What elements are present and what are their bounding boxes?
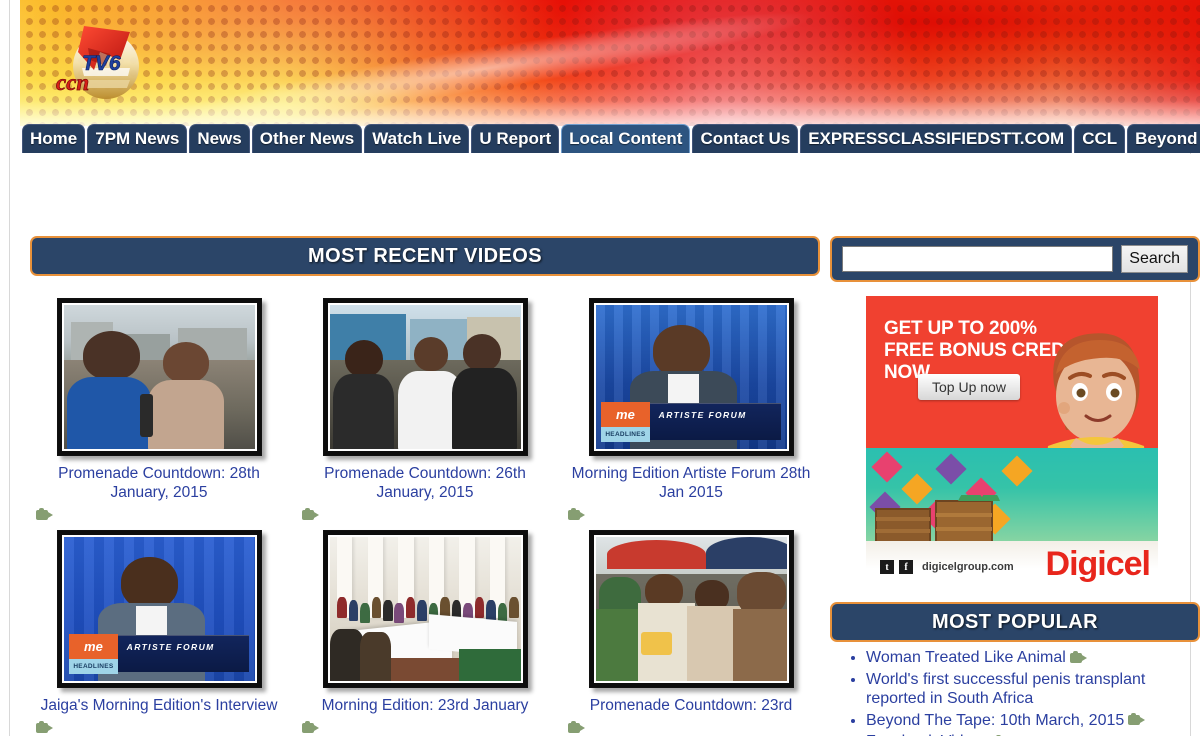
digicel-logo: Digicel — [1045, 545, 1151, 583]
nav-item-watch-live[interactable]: Watch Live — [364, 124, 470, 153]
video-thumbnail-image — [63, 305, 255, 449]
video-item: me HEADLINES ARTISTE FORUM Jaiga's Morning … — [30, 530, 288, 736]
video-icon-row — [30, 506, 288, 524]
main-navigation: Home 7PM News News Other News Watch Live U Re… — [22, 124, 1200, 154]
video-item: Promenade Countdown: 23rd — [562, 530, 820, 736]
ad-middle-band — [866, 447, 1158, 548]
video-thumbnail[interactable]: me HEADLINES ARTISTE FORUM — [588, 298, 794, 456]
video-item: me HEADLINES ARTISTE FORUM Morning Edition … — [562, 298, 820, 524]
video-title-link[interactable]: Promenade Countdown: 26th January, 2015 — [305, 464, 545, 502]
popular-item-link[interactable]: World's first successful penis transplan… — [866, 671, 1145, 708]
me-headlines-logo-top: me — [601, 402, 650, 427]
banner-bottom-sheen — [20, 80, 1200, 126]
video-title-link[interactable]: Promenade Countdown: 23rd — [571, 696, 811, 715]
video-icon-row — [30, 719, 288, 736]
search-button[interactable]: Search — [1121, 245, 1188, 273]
nav-item-expressclassifiedstt-com[interactable]: EXPRESSCLASSIFIEDSTT.COM — [800, 124, 1073, 153]
video-thumbnail-frame: me HEADLINES ARTISTE FORUM — [61, 535, 257, 683]
video-camera-icon — [568, 720, 586, 734]
most-popular-heading: MOST POPULAR — [830, 602, 1200, 642]
video-icon-row — [562, 506, 820, 524]
ccn-tv6-logo[interactable]: ccn TV6 — [42, 8, 162, 108]
nav-item-news[interactable]: News — [189, 124, 250, 153]
video-thumbnail-image: me HEADLINES ARTISTE FORUM — [595, 305, 787, 449]
video-title-link[interactable]: Morning Edition: 23rd January — [305, 696, 545, 715]
search-panel: Search — [830, 236, 1200, 282]
popular-item-link[interactable]: Beyond The Tape: 10th March, 2015 — [866, 712, 1124, 729]
nav-item-ccl[interactable]: CCL — [1074, 124, 1126, 153]
video-camera-icon — [302, 720, 320, 734]
ad-top-up-button[interactable]: Top Up now — [918, 374, 1020, 400]
ad-crates-illustration — [875, 495, 1000, 547]
video-thumbnail[interactable] — [322, 298, 528, 456]
nav-item-7pm-news[interactable]: 7PM News — [87, 124, 188, 153]
nav-item-u-report[interactable]: U Report — [471, 124, 560, 153]
video-thumbnail[interactable]: me HEADLINES ARTISTE FORUM — [56, 530, 262, 688]
video-grid: Promenade Countdown: 28th January, 2015 P… — [30, 298, 820, 736]
video-thumbnail-image — [329, 537, 521, 681]
logo-tv6-mark: TV6 — [82, 52, 121, 75]
video-thumbnail-frame — [61, 303, 257, 451]
video-icon-row — [296, 506, 554, 524]
twitter-icon[interactable]: t — [880, 560, 894, 574]
video-camera-icon — [36, 720, 54, 734]
me-headlines-logo-bottom: HEADLINES — [69, 658, 118, 674]
video-thumbnail-image — [595, 537, 787, 681]
right-sidebar: Search GET UP TO 200% FREE BONUS CREDIT … — [830, 236, 1200, 736]
left-column: MOST RECENT VIDEOS Promenade Countdown: … — [30, 236, 820, 736]
video-thumbnail[interactable] — [56, 298, 262, 456]
video-camera-icon — [1069, 650, 1088, 664]
site-banner: ccn TV6 — [20, 0, 1200, 126]
nav-item-home[interactable]: Home — [22, 124, 86, 153]
video-thumbnail-frame — [327, 303, 523, 451]
video-thumbnail-frame — [593, 535, 789, 683]
nav-item-local-content[interactable]: Local Content — [561, 124, 691, 153]
facebook-icon[interactable]: f — [899, 560, 913, 574]
video-thumbnail-frame — [327, 535, 523, 683]
ad-bottom-band: t f digicelgroup.com Digicel — [866, 541, 1158, 588]
site-frame: ccn TV6 Home 7PM News News Other News Watch … — [9, 0, 1200, 736]
page-root: ccn TV6 Home 7PM News News Other News Watch … — [0, 0, 1200, 736]
popular-list-item[interactable]: Beyond The Tape: 10th March, 2015 — [866, 711, 1200, 731]
video-thumbnail-image — [329, 305, 521, 449]
nav-item-beyond-the-tape[interactable]: Beyond the Tape — [1127, 124, 1200, 153]
video-icon-row — [296, 719, 554, 736]
popular-list-item[interactable]: Woman Treated Like Animal — [866, 648, 1200, 668]
ad-social-links[interactable]: t f digicelgroup.com — [880, 560, 1014, 574]
main-content: MOST RECENT VIDEOS Promenade Countdown: … — [20, 236, 1200, 736]
popular-list-item[interactable]: Facebook Videos — [866, 732, 1200, 736]
me-headlines-logo-top: me — [69, 634, 118, 659]
lower-third-title: ARTISTE FORUM — [126, 642, 215, 653]
video-title-link[interactable]: Morning Edition Artiste Forum 28th Jan 2… — [571, 464, 811, 502]
video-item: Promenade Countdown: 26th January, 2015 — [296, 298, 554, 524]
video-thumbnail[interactable] — [322, 530, 528, 688]
most-recent-videos-heading: MOST RECENT VIDEOS — [30, 236, 820, 276]
video-thumbnail-frame: me HEADLINES ARTISTE FORUM — [593, 303, 789, 451]
nav-item-contact-us[interactable]: Contact Us — [692, 124, 799, 153]
video-camera-icon — [302, 507, 320, 521]
popular-list-item[interactable]: World's first successful penis transplan… — [866, 670, 1200, 709]
ad-diamond-shape — [1001, 455, 1033, 487]
video-icon-row — [562, 719, 820, 736]
video-item: Morning Edition: 23rd January — [296, 530, 554, 736]
video-thumbnail[interactable] — [588, 530, 794, 688]
ad-diamond-shape — [935, 453, 967, 485]
popular-item-link[interactable]: Woman Treated Like Animal — [866, 649, 1066, 666]
video-camera-icon — [568, 507, 586, 521]
video-thumbnail-image: me HEADLINES ARTISTE FORUM — [63, 537, 255, 681]
video-camera-icon — [1128, 713, 1146, 726]
ad-website-url[interactable]: digicelgroup.com — [922, 561, 1014, 573]
nav-item-other-news[interactable]: Other News — [251, 124, 363, 153]
search-input[interactable] — [842, 246, 1114, 272]
most-popular-list: Woman Treated Like Animal World's first s… — [830, 648, 1200, 736]
digicel-advertisement[interactable]: GET UP TO 200% FREE BONUS CREDIT NOW Top… — [866, 296, 1158, 588]
me-headlines-logo-bottom: HEADLINES — [601, 426, 650, 442]
video-title-link[interactable]: Promenade Countdown: 28th January, 2015 — [39, 464, 279, 502]
ad-diamond-shape — [871, 451, 903, 483]
content-top-gap — [20, 154, 1200, 236]
video-camera-icon — [36, 507, 54, 521]
lower-third-title: ARTISTE FORUM — [658, 410, 747, 421]
video-title-link[interactable]: Jaiga's Morning Edition's Interview — [39, 696, 279, 715]
video-item: Promenade Countdown: 28th January, 2015 — [30, 298, 288, 524]
